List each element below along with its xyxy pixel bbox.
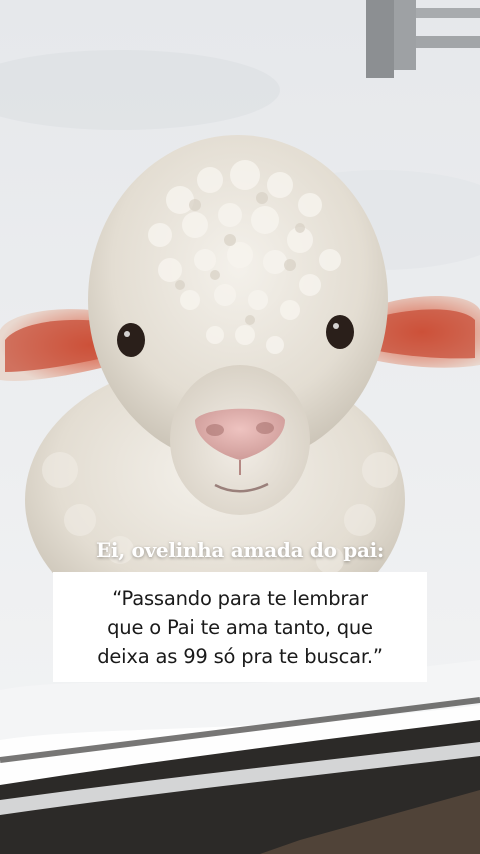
quote-text: “Passando para te lembrar que o Pai te a… — [97, 584, 383, 671]
quote-box: “Passando para te lembrar que o Pai te a… — [53, 572, 427, 682]
video-screen: Ei, ovelinha amada do pai: “Passando par… — [0, 0, 480, 854]
caption-heading: Ei, ovelinha amada do pai: — [95, 538, 385, 562]
quote-line: que o Pai te ama tanto, que — [107, 615, 373, 639]
quote-line: “Passando para te lembrar — [112, 586, 368, 610]
sheep-in-snow-photo — [0, 0, 480, 854]
quote-line: deixa as 99 só pra te buscar.” — [97, 644, 383, 668]
